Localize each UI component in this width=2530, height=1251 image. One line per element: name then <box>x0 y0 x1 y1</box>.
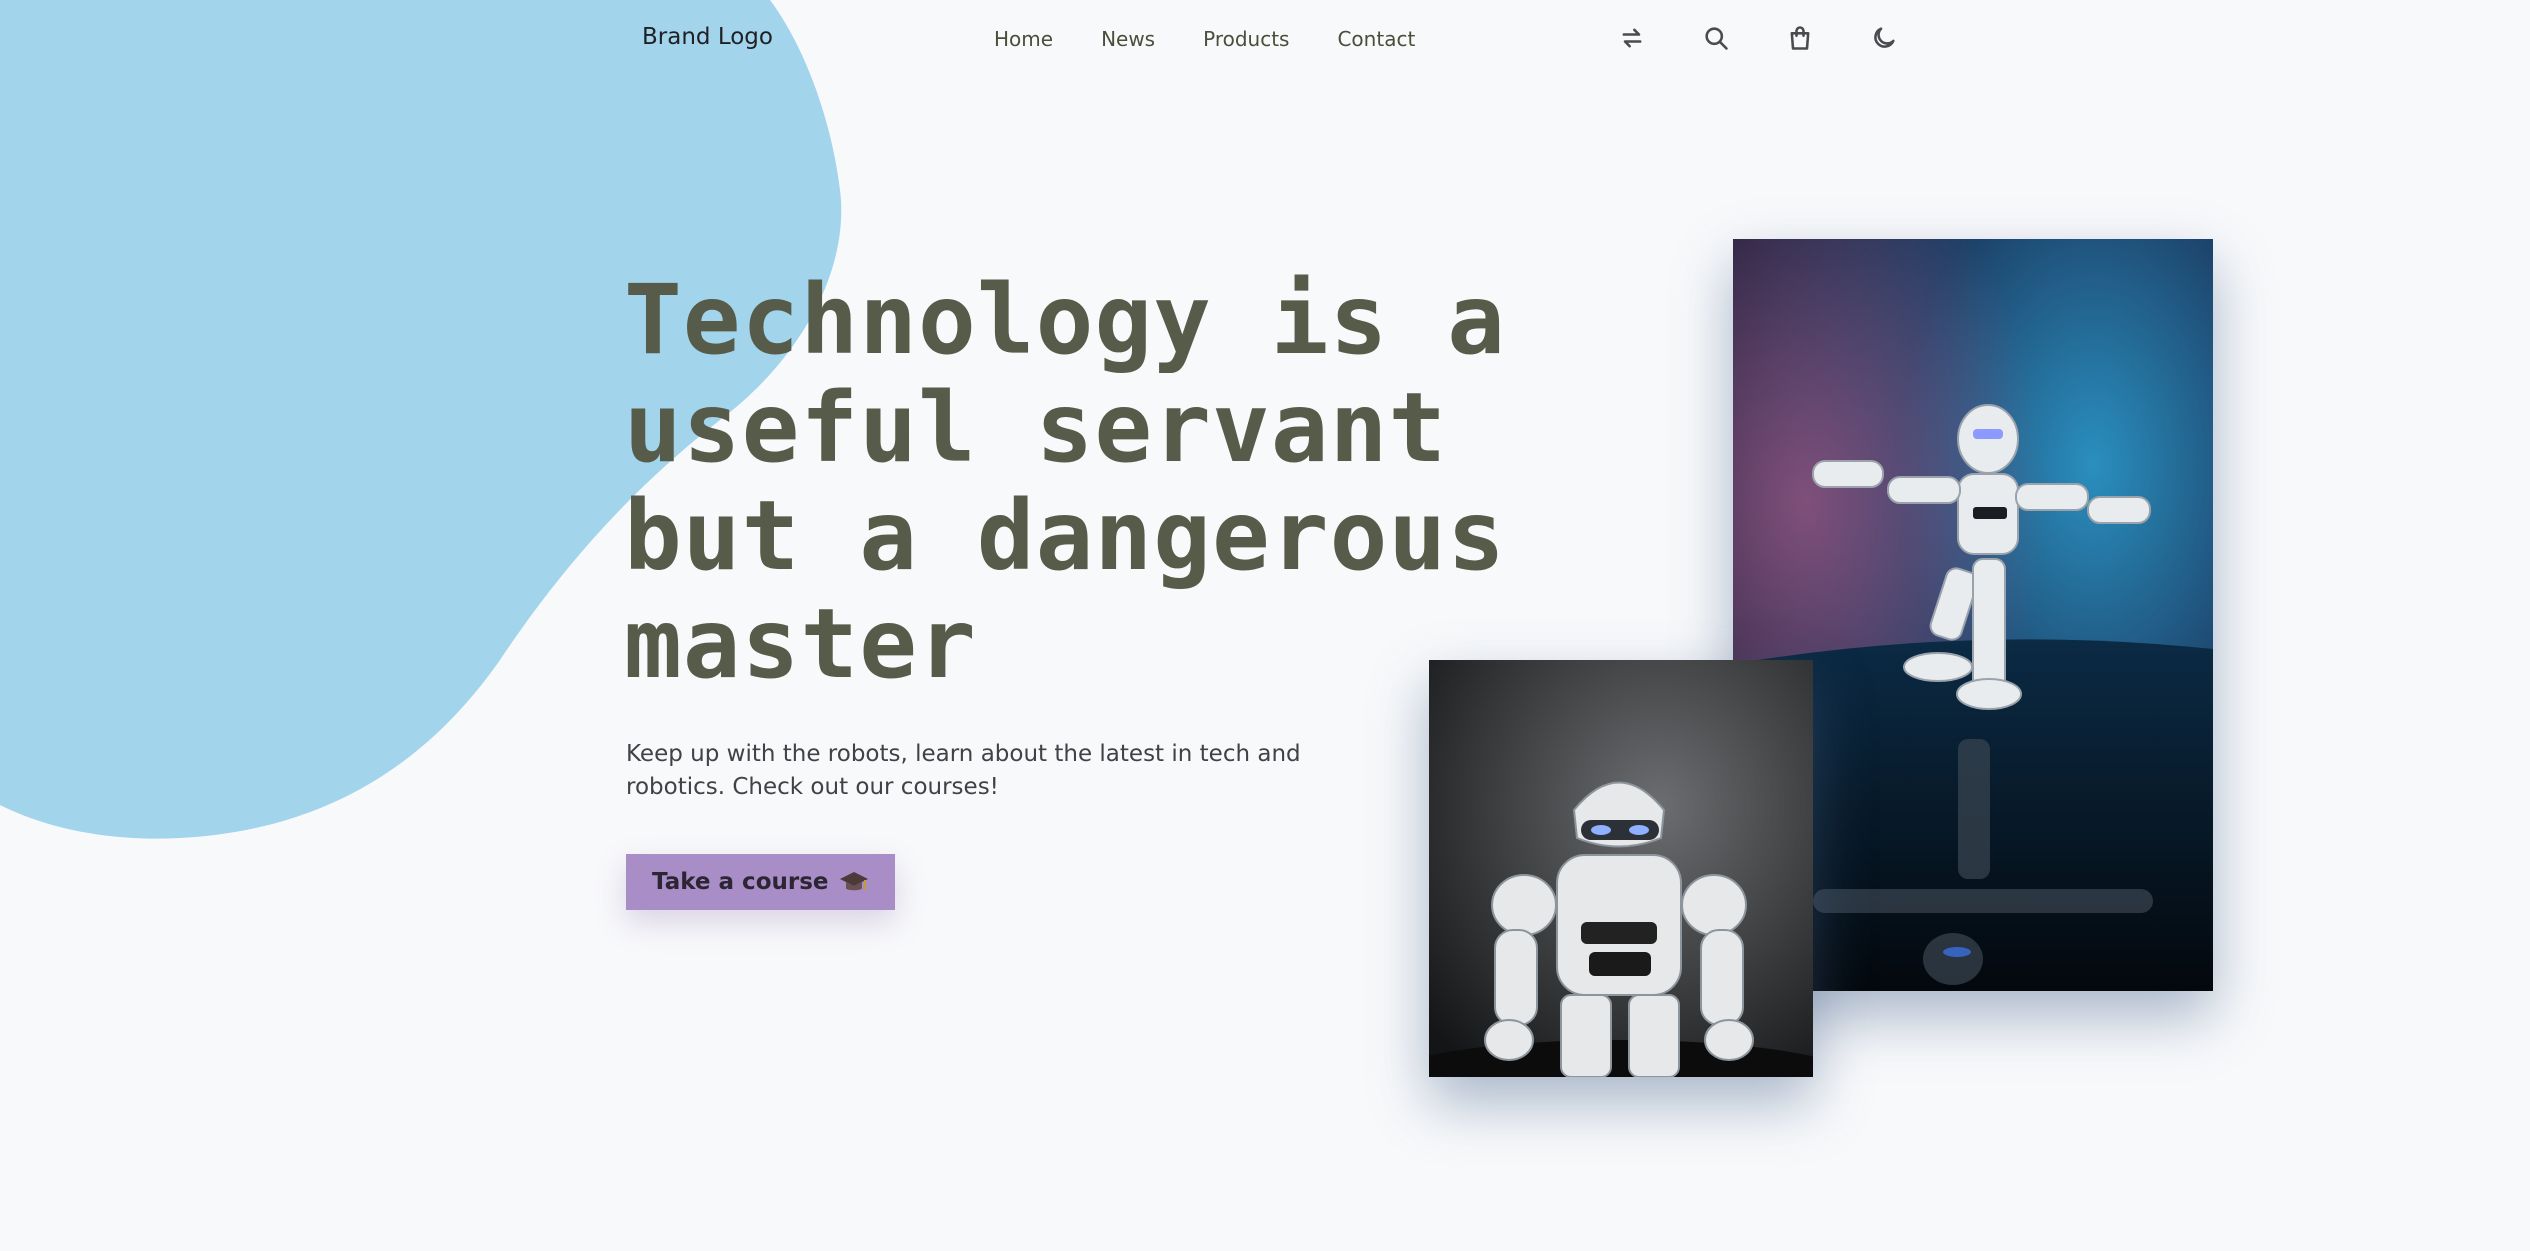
main-nav: Home News Products Contact <box>994 27 1415 51</box>
search-icon[interactable] <box>1698 20 1734 56</box>
take-a-course-button[interactable]: Take a course <box>626 854 895 910</box>
header-icons <box>1614 20 1902 56</box>
cta-label: Take a course <box>652 869 829 895</box>
hero-headline: Technology is a useful servant but a dan… <box>624 264 1506 700</box>
robot-standing-photo <box>1429 660 1813 1077</box>
graduation-cap-icon <box>839 869 869 895</box>
hero-subtext: Keep up with the robots, learn about the… <box>626 741 1301 800</box>
nav-news[interactable]: News <box>1101 27 1155 51</box>
nav-home[interactable]: Home <box>994 27 1053 51</box>
nav-contact[interactable]: Contact <box>1337 27 1415 51</box>
moon-icon[interactable] <box>1866 20 1902 56</box>
arrows-swap-icon[interactable] <box>1614 20 1650 56</box>
shopping-bag-icon[interactable] <box>1782 20 1818 56</box>
nav-products[interactable]: Products <box>1203 27 1289 51</box>
brand-logo[interactable]: Brand Logo <box>642 24 773 50</box>
